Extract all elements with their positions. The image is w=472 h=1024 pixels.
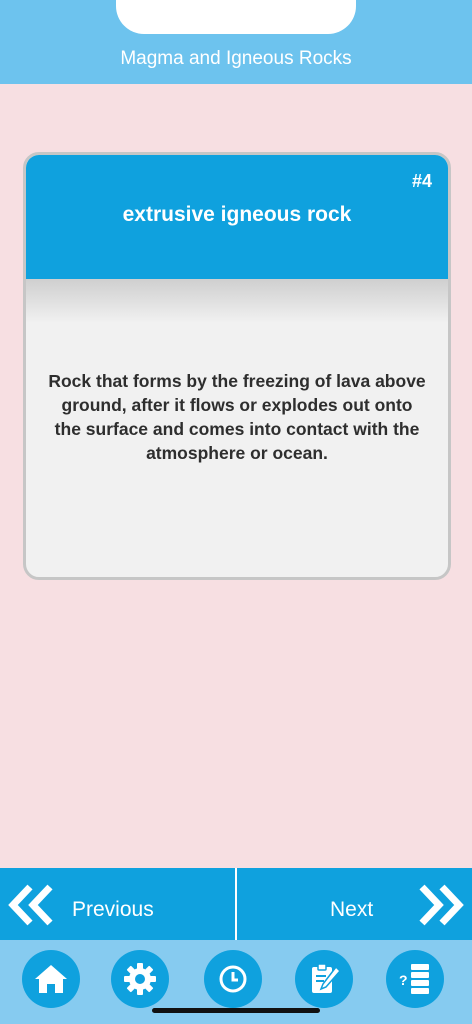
- page-title: Magma and Igneous Rocks: [120, 48, 352, 69]
- svg-text:?: ?: [399, 972, 408, 988]
- header-bar: Magma and Igneous Rocks: [0, 0, 472, 84]
- next-button[interactable]: Next: [237, 868, 472, 940]
- chevron-double-left-icon: [8, 884, 53, 926]
- flashcard[interactable]: #4 extrusive igneous rock Rock that form…: [23, 152, 451, 580]
- device-notch: [116, 0, 356, 34]
- previous-button[interactable]: Previous: [0, 868, 235, 940]
- card-number: #4: [411, 171, 432, 191]
- home-tab[interactable]: [22, 950, 80, 1008]
- card-shadow: [26, 279, 448, 323]
- home-indicator: [152, 1008, 320, 1013]
- chevron-double-right-icon: [419, 884, 464, 926]
- history-tab[interactable]: [204, 950, 262, 1008]
- next-label: Next: [330, 898, 374, 921]
- clock-icon: [219, 965, 247, 993]
- flashcard-header: #4 extrusive igneous rock: [26, 155, 448, 279]
- notes-tab[interactable]: [295, 950, 353, 1008]
- home-icon: [35, 965, 67, 993]
- quiz-tab[interactable]: ?: [386, 950, 444, 1008]
- card-term: extrusive igneous rock: [122, 203, 352, 226]
- previous-label: Previous: [72, 898, 154, 921]
- quiz-list-icon: ?: [399, 964, 429, 994]
- edit-note-icon: [312, 963, 342, 993]
- gear-icon: [124, 963, 156, 995]
- card-definition: Rock that forms by the freezing of lava …: [48, 371, 426, 463]
- settings-tab[interactable]: [111, 950, 169, 1008]
